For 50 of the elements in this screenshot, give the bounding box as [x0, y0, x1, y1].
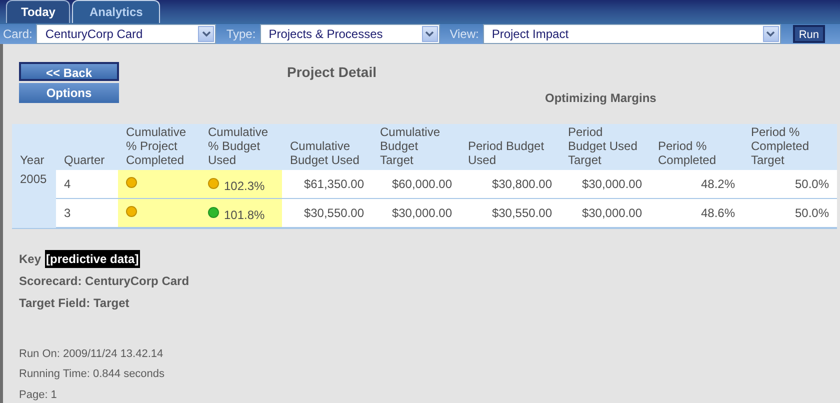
table-cell: 4: [64, 176, 71, 190]
table-cell-text: 102.3%: [224, 178, 265, 194]
column-header: Year: [20, 152, 44, 166]
column-header: Period Budget Used Target: [568, 124, 638, 166]
column-header: Period Budget Used: [468, 138, 544, 166]
table-cell: $30,000.00: [582, 206, 642, 220]
table-cell: $30,800.00: [492, 176, 552, 190]
dropdown[interactable]: Projects & Processes: [260, 24, 440, 44]
field-label: Type:: [226, 26, 256, 42]
table-cell: 48.6%: [700, 206, 735, 220]
column-header: Period % Completed: [658, 138, 716, 166]
table-cell: 50.0%: [794, 206, 829, 220]
table-cell: 50.0%: [794, 176, 829, 190]
chevron-icon: [762, 26, 779, 42]
field-label: View:: [450, 26, 479, 42]
table-cell: $30,000.00: [582, 176, 642, 190]
table-cell: $30,550.00: [492, 206, 552, 220]
table-cell: $30,000.00: [392, 206, 452, 220]
report-title: Project Detail: [287, 62, 378, 82]
key-label: Key: [19, 250, 42, 268]
dropdown[interactable]: Project Impact: [482, 24, 781, 44]
column-header: Cumulative % Budget Used: [208, 124, 268, 166]
scorecard-text: Scorecard: CenturyCorp Card: [19, 272, 190, 290]
running-time-text: Running Time: 0.844 seconds: [19, 367, 166, 382]
table-cell: 2005: [20, 172, 47, 186]
options-button[interactable]: Options: [19, 82, 119, 102]
chevron-icon: [422, 26, 438, 42]
column-header: Quarter: [64, 152, 105, 166]
run-button[interactable]: Run: [792, 24, 826, 42]
report-subtitle: Optimizing Margins: [545, 90, 656, 106]
table-cell: $30,550.00: [304, 206, 364, 220]
table-cell-text: 101.8%: [224, 206, 265, 224]
column-header: Period % Completed Target: [751, 124, 810, 166]
table-cell: 48.2%: [700, 176, 735, 190]
chevron-icon: [198, 26, 214, 42]
run-on-text: Run On: 2009/11/24 13.42.14: [19, 346, 164, 362]
key-tag: [predictive data]: [45, 250, 140, 268]
field-label: Card:: [3, 26, 32, 42]
column-header: Cumulative % Project Completed: [126, 124, 186, 166]
back-button[interactable]: << Back: [19, 62, 119, 80]
table-cell: $61,350.00: [304, 176, 364, 190]
table-cell: 3: [64, 206, 71, 220]
page-number: Page: 1: [19, 388, 58, 402]
dropdown[interactable]: CenturyCorp Card: [36, 24, 216, 44]
target-field-text: Target Field: Target: [19, 294, 130, 312]
tab[interactable]: Today: [6, 0, 70, 23]
table-cell: $60,000.00: [392, 176, 452, 190]
column-header: Cumulative Budget Used: [290, 138, 360, 166]
column-header: Cumulative Budget Target: [380, 124, 440, 166]
tab[interactable]: Analytics: [72, 0, 160, 23]
